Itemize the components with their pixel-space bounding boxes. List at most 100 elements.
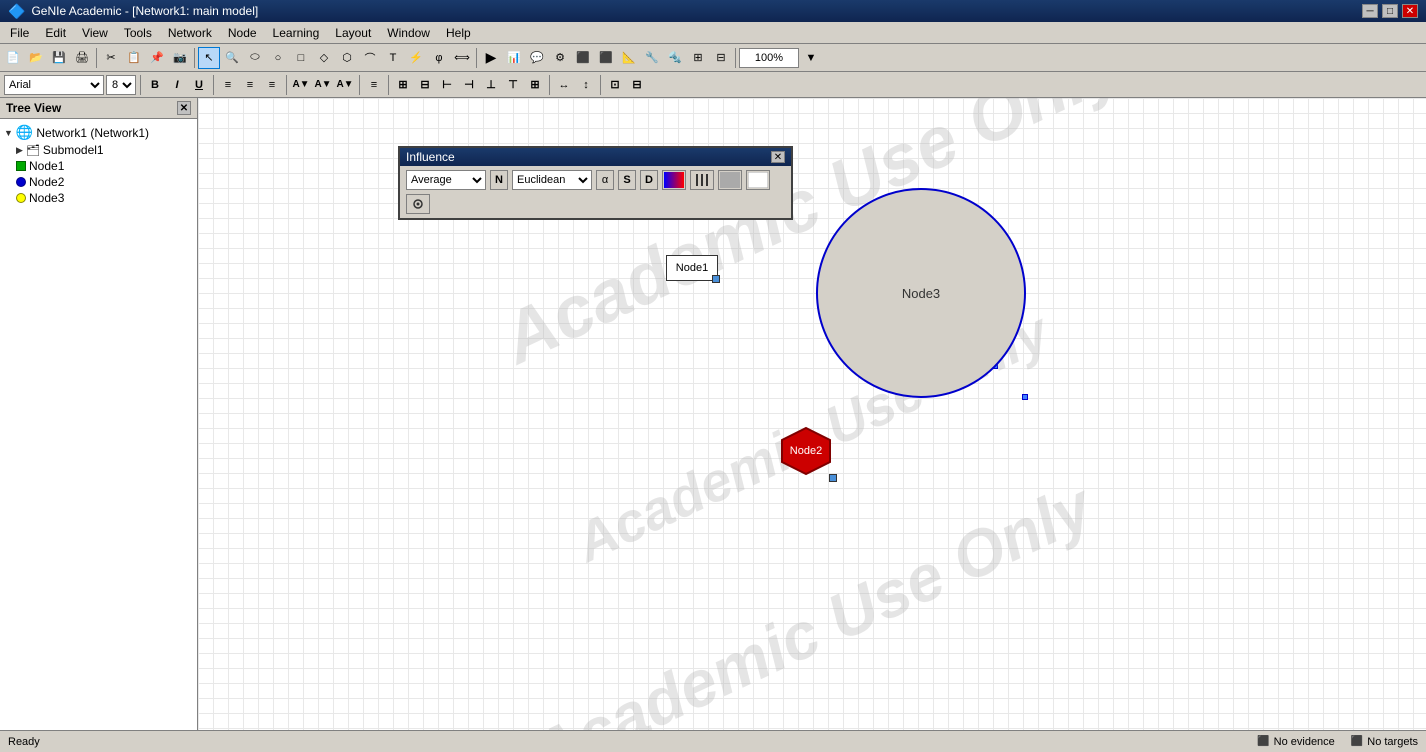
menu-help[interactable]: Help	[438, 22, 479, 43]
ungroup-btn[interactable]: ⊟	[627, 75, 647, 95]
tree-node3[interactable]: Node3	[16, 190, 193, 206]
fmt-sep3	[286, 75, 287, 95]
text-layout[interactable]: ≡	[364, 75, 384, 95]
tree-submodel1[interactable]: ▶ 🗂 Submodel1	[16, 142, 193, 158]
zoom-input[interactable]: 100%	[739, 48, 799, 68]
copy-button[interactable]: 📋	[123, 47, 145, 69]
s-button[interactable]: S	[618, 170, 636, 190]
algo-button[interactable]: ⚙	[549, 47, 571, 69]
node-align2[interactable]: ⊣	[459, 75, 479, 95]
titlebar-controls[interactable]: ─ □ ✕	[1362, 4, 1418, 18]
distance-select[interactable]: Euclidean Manhattan	[512, 170, 592, 190]
menu-view[interactable]: View	[74, 22, 116, 43]
align-center[interactable]: ≡	[240, 75, 260, 95]
node3[interactable]: Node3	[816, 188, 1026, 398]
align-right[interactable]: ≡	[262, 75, 282, 95]
no-targets-icon: ⬛	[1351, 736, 1363, 747]
node1[interactable]: Node1	[666, 255, 718, 281]
sep1	[96, 48, 97, 68]
select-button[interactable]: ↖	[198, 47, 220, 69]
menu-learning[interactable]: Learning	[265, 22, 328, 43]
line-color[interactable]: A▼	[313, 75, 333, 95]
node-size2[interactable]: ⊟	[415, 75, 435, 95]
arc-button[interactable]: ⌒	[359, 47, 381, 69]
tree-node2[interactable]: Node2	[16, 174, 193, 190]
zoom-button[interactable]: 🔍	[221, 47, 243, 69]
menu-network[interactable]: Network	[160, 22, 220, 43]
rect-button[interactable]: □	[290, 47, 312, 69]
zoom-dropdown[interactable]: ▼	[800, 47, 822, 69]
menu-window[interactable]: Window	[379, 22, 438, 43]
fill-color[interactable]: A▼	[291, 75, 311, 95]
node-size1[interactable]: ⊞	[393, 75, 413, 95]
node2-icon	[16, 177, 26, 187]
tree-view-close[interactable]: ✕	[177, 101, 191, 115]
screenshot-button[interactable]: 📷	[169, 47, 191, 69]
cut-button[interactable]: ✂	[100, 47, 122, 69]
circle-button[interactable]: ○	[267, 47, 289, 69]
b7[interactable]: ⊟	[710, 47, 732, 69]
close-button[interactable]: ✕	[1402, 4, 1418, 18]
menu-edit[interactable]: Edit	[37, 22, 74, 43]
menu-node[interactable]: Node	[220, 22, 265, 43]
b1[interactable]: ⬛	[572, 47, 594, 69]
bold-button[interactable]: B	[145, 75, 165, 95]
open-button[interactable]: 📂	[25, 47, 47, 69]
alpha-button[interactable]: α	[596, 170, 614, 190]
oval-button[interactable]: ⬭	[244, 47, 266, 69]
paste-button[interactable]: 📌	[146, 47, 168, 69]
b2[interactable]: ⬛	[595, 47, 617, 69]
tree-node1[interactable]: Node1	[16, 158, 193, 174]
tree-root[interactable]: ▼ 🌐 Network1 (Network1)	[4, 123, 193, 142]
move-button[interactable]: ⟺	[451, 47, 473, 69]
node-align1[interactable]: ⊢	[437, 75, 457, 95]
n-button[interactable]: N	[490, 170, 508, 190]
align-left[interactable]: ≡	[218, 75, 238, 95]
gray-box-btn[interactable]	[718, 170, 742, 190]
text-button[interactable]: T	[382, 47, 404, 69]
run-button[interactable]: ▶	[480, 47, 502, 69]
explain-button[interactable]: 💬	[526, 47, 548, 69]
settings-btn[interactable]	[406, 194, 430, 214]
node-align3[interactable]: ⊥	[481, 75, 501, 95]
white-box-btn[interactable]	[746, 170, 770, 190]
menu-tools[interactable]: Tools	[116, 22, 160, 43]
minimize-button[interactable]: ─	[1362, 4, 1378, 18]
utility-button[interactable]: ⚡	[405, 47, 427, 69]
sensitivity-button[interactable]: 📊	[503, 47, 525, 69]
fmt-sep1	[140, 75, 141, 95]
method-select[interactable]: Average Max Min	[406, 170, 486, 190]
d-button[interactable]: D	[640, 170, 658, 190]
b4[interactable]: 🔧	[641, 47, 663, 69]
color-gradient-btn[interactable]	[662, 170, 686, 190]
hexagon-button[interactable]: ⬡	[336, 47, 358, 69]
node-spacing2[interactable]: ↕	[576, 75, 596, 95]
diamond-button[interactable]: ◇	[313, 47, 335, 69]
equation-button[interactable]: φ	[428, 47, 450, 69]
b6[interactable]: ⊞	[687, 47, 709, 69]
b3[interactable]: 📐	[618, 47, 640, 69]
expand-icon-root: ▼	[4, 128, 13, 138]
group-btn[interactable]: ⊡	[605, 75, 625, 95]
vertical-lines-btn[interactable]	[690, 170, 714, 190]
font-size-select[interactable]: 8 10 12	[106, 75, 136, 95]
menu-file[interactable]: File	[2, 22, 37, 43]
new-button[interactable]: 📄	[2, 47, 24, 69]
maximize-button[interactable]: □	[1382, 4, 1398, 18]
canvas-area[interactable]: Academic Use Only Academic Use Only Acad…	[198, 98, 1426, 730]
node-spacing1[interactable]: ↔	[554, 75, 574, 95]
italic-button[interactable]: I	[167, 75, 187, 95]
dialog-close-button[interactable]: ✕	[771, 151, 785, 163]
print-button[interactable]: 🖨	[71, 47, 93, 69]
node-distribute[interactable]: ⊞	[525, 75, 545, 95]
save-button[interactable]: 💾	[48, 47, 70, 69]
menu-layout[interactable]: Layout	[327, 22, 379, 43]
b5[interactable]: 🔩	[664, 47, 686, 69]
node-align4[interactable]: ⊤	[503, 75, 523, 95]
tree-view-title: Tree View	[6, 101, 61, 115]
font-family-select[interactable]: Arial	[4, 75, 104, 95]
underline-button[interactable]: U	[189, 75, 209, 95]
node2[interactable]: Node2	[778, 426, 834, 479]
tree-node1-label: Node1	[29, 159, 64, 173]
text-color[interactable]: A▼	[335, 75, 355, 95]
